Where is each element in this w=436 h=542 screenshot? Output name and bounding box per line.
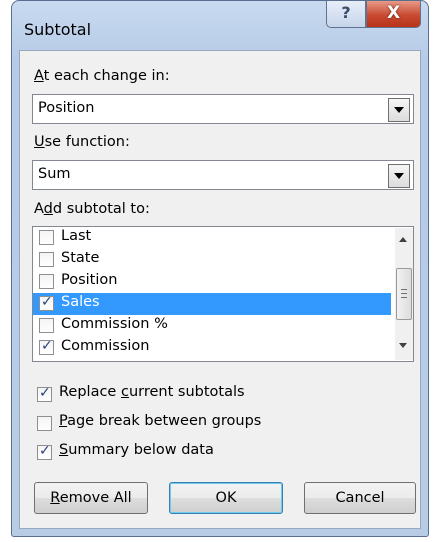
item-checkbox[interactable] — [39, 294, 54, 311]
list-item-label: Commission — [61, 338, 150, 354]
ok-button[interactable]: OK — [169, 482, 283, 514]
list-item[interactable]: Position — [33, 271, 391, 293]
item-checkbox[interactable] — [39, 230, 54, 245]
list-item[interactable]: Commission % — [33, 315, 391, 337]
change-in-dropdown[interactable]: Position — [32, 94, 414, 124]
list-item-label: State — [61, 250, 100, 266]
function-label: Use function: — [34, 134, 130, 150]
chevron-down-icon[interactable] — [388, 164, 410, 188]
summary-below-checkbox[interactable] — [37, 443, 52, 460]
cancel-button[interactable]: Cancel — [304, 482, 416, 514]
list-item[interactable]: Sales — [33, 293, 391, 315]
list-item-label: Commission % — [61, 316, 168, 332]
remove-all-button[interactable]: Remove All — [34, 482, 148, 514]
list-item-label: Sales — [61, 294, 100, 310]
list-item-label: Last — [61, 228, 92, 244]
list-item[interactable]: Commission — [33, 337, 391, 359]
list-scrollbar[interactable] — [395, 228, 413, 360]
item-checkbox[interactable] — [39, 338, 54, 355]
close-icon: X — [386, 3, 401, 23]
function-value: Sum — [38, 166, 71, 182]
help-button[interactable]: ? — [326, 1, 366, 28]
add-subtotal-label: Add subtotal to: — [34, 201, 150, 217]
scroll-down-icon[interactable] — [399, 343, 407, 348]
dialog-title: Subtotal — [24, 20, 92, 39]
change-in-value: Position — [38, 100, 95, 116]
item-checkbox[interactable] — [39, 252, 54, 267]
chevron-down-icon[interactable] — [388, 98, 410, 122]
replace-subtotals-checkbox[interactable] — [37, 385, 52, 402]
item-checkbox[interactable] — [39, 274, 54, 289]
change-in-label: At each change in: — [34, 68, 170, 84]
list-item[interactable]: State — [33, 249, 391, 271]
close-button[interactable]: X — [366, 1, 421, 28]
page-break-checkbox[interactable] — [37, 416, 52, 431]
summary-below-label: Summary below data — [59, 442, 214, 458]
scroll-thumb[interactable] — [396, 268, 412, 320]
item-checkbox[interactable] — [39, 318, 54, 333]
replace-subtotals-label: Replace current subtotals — [59, 384, 245, 400]
question-icon: ? — [341, 3, 351, 22]
page-break-label: Page break between groups — [59, 413, 262, 429]
subtotal-columns-list[interactable]: Last State Position Sales Commission % C… — [32, 226, 414, 362]
scroll-up-icon[interactable] — [399, 237, 407, 242]
function-dropdown[interactable]: Sum — [32, 160, 414, 190]
list-item[interactable]: Last — [33, 227, 391, 249]
list-item-label: Position — [61, 272, 118, 288]
